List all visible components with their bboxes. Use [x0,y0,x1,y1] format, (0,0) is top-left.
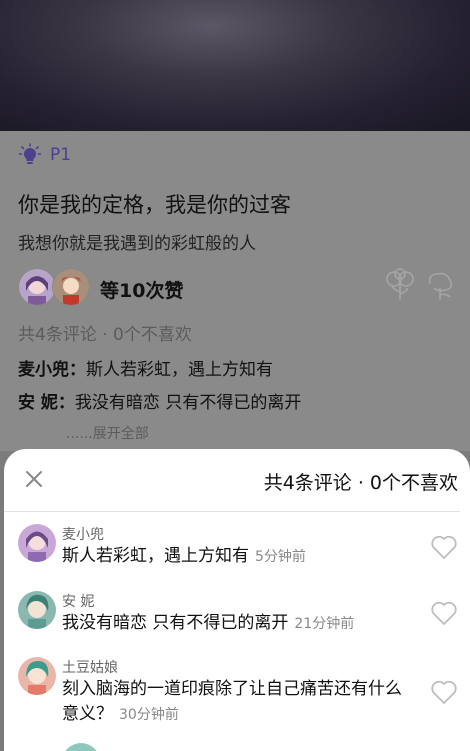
avatar[interactable] [18,657,56,695]
liker-avatars[interactable] [18,268,90,306]
avatar [52,268,90,306]
close-icon[interactable] [22,467,46,491]
heart-outline-icon[interactable] [430,679,458,705]
preview-author: 安 妮： [18,393,75,413]
sheet-divider [4,511,460,512]
preview-comment[interactable]: 麦小兜：斯人若彩虹，遇上方知有 [18,355,273,380]
comment-author: 土豆姑娘 [62,660,118,676]
avatar[interactable] [62,743,100,751]
preview-text: 我没有暗恋 只有不得已的离开 [74,393,302,413]
comment-body: 刻入脑海的一道印痕除了让自己痛苦还有什么意义？ 30分钟前 [62,677,414,728]
heart-outline-icon[interactable] [430,600,458,626]
flower-icon[interactable] [384,268,416,302]
heart-outline-icon[interactable] [430,534,458,560]
comment-text: 我没有暗恋 只有不得已的离开 [62,613,289,633]
expand-all-link[interactable]: ......展开全部 [66,423,149,443]
page-label: P1 [50,145,72,165]
avatar[interactable] [18,591,56,629]
page-tag: P1 [18,142,71,168]
comment-time: 5分钟前 [255,549,306,565]
likes-count: 等10次赞 [100,280,184,302]
preview-comment[interactable]: 安 妮：我没有暗恋 只有不得已的离开 [18,388,301,413]
post-banner-image [0,0,470,131]
sheet-title: 共4条评论 · 0个不喜欢 [263,472,458,494]
comment-text: 斯人若彩虹，遇上方知有 [62,546,249,566]
comments-sheet: 共4条评论 · 0个不喜欢 麦小兜 斯人若彩虹，遇上方知有 5分钟前 安 妮 我… [4,449,470,751]
lightbulb-icon [18,143,42,164]
comment-item: 安 妮 我没有暗恋 只有不得已的离开 21分钟前 [18,591,458,641]
comment-item: 麦小兜 斯人若彩虹，遇上方知有 5分钟前 [18,524,458,574]
comment-body: 斯人若彩虹，遇上方知有 5分钟前 [62,544,414,570]
comment-text: 刻入脑海的一道印痕除了让自己痛苦还有什么意义？ [62,679,402,724]
post-subtitle: 我想你就是我遇到的彩虹般的人 [18,234,256,254]
comment-body: 我没有暗恋 只有不得已的离开 21分钟前 [62,611,414,637]
avatar[interactable] [18,524,56,562]
comment-time: 21分钟前 [294,616,355,632]
avatar [18,268,56,306]
comment-author: 安 妮 [62,594,95,610]
post-title: 你是我的定格，我是你的过客 [18,193,291,217]
preview-text: 斯人若彩虹，遇上方知有 [86,360,273,380]
comment-item: 土豆姑娘 刻入脑海的一道印痕除了让自己痛苦还有什么意义？ 30分钟前 [18,657,458,737]
preview-author: 麦小兜： [18,360,86,380]
comment-summary: 共4条评论 · 0个不喜欢 [18,325,192,345]
comment-author: 麦小兜 [62,527,104,543]
comment-time: 30分钟前 [119,707,179,723]
flower-icon[interactable] [424,268,456,302]
